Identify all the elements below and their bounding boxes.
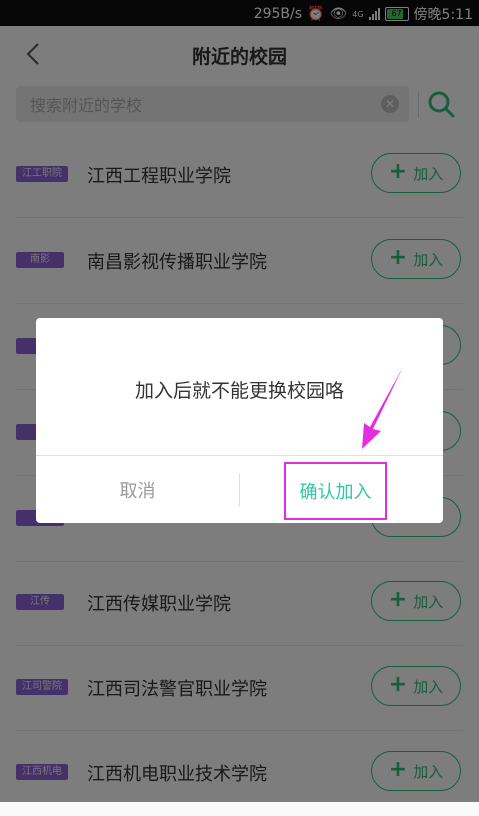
button-divider [239,473,240,507]
confirm-join-button[interactable]: 确认加入 [284,462,387,520]
annotation-arrow-icon [362,367,403,449]
cancel-button[interactable]: 取消 [36,456,239,523]
